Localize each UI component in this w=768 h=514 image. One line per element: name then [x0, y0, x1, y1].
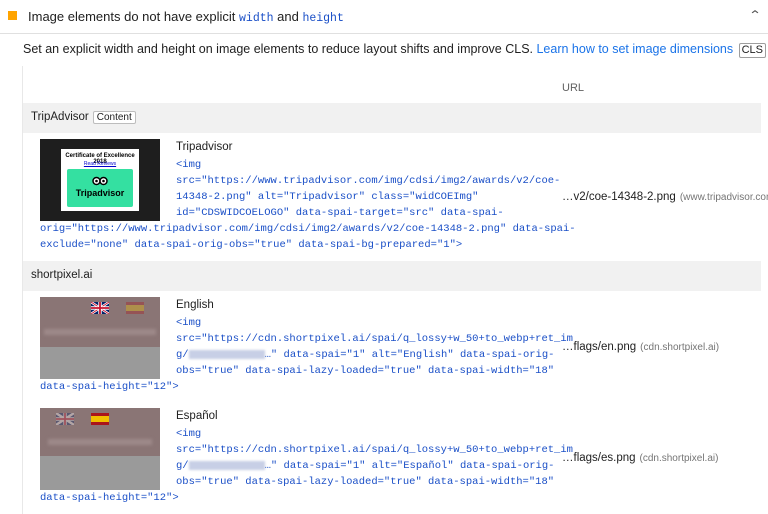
blurred-text — [44, 329, 156, 335]
blurred-text — [48, 439, 152, 445]
url-cell[interactable]: …v2/coe-14348-2.png (www.tripadvisor.com) — [562, 191, 768, 203]
url-host: (cdn.shortpixel.ai) — [639, 453, 719, 464]
uk-flag-icon — [90, 301, 110, 315]
cls-tag: CLS — [738, 43, 767, 58]
node-snippet-line: <img — [176, 317, 202, 329]
node-snippet-line: obs="true" data-spai-lazy-loaded="true" … — [176, 476, 555, 488]
node-snippet-line: orig="https://www.tripadvisor.com/img/cd… — [40, 223, 576, 235]
description-text: Set an explicit width and height on imag… — [23, 42, 537, 56]
audit-title: Image elements do not have explicit widt… — [28, 9, 344, 25]
audit-description: Set an explicit width and height on imag… — [23, 42, 767, 58]
image-thumbnail-espanol — [40, 408, 160, 490]
url-host: (cdn.shortpixel.ai) — [640, 342, 720, 353]
learn-more-link[interactable]: Learn how to set image dimensions — [536, 42, 733, 56]
snippet-rest: …" data-spai="1" alt="English" data-spai… — [264, 349, 555, 361]
node-snippet-line: src="https://www.tripadvisor.com/img/cds… — [176, 175, 561, 187]
node-snippet-line: exclude="none" data-spai-orig-obs="true"… — [40, 239, 463, 251]
group-title-text: shortpixel.ai — [31, 269, 93, 281]
tripadvisor-badge: Tripadvisor — [67, 169, 133, 207]
tripadvisor-wordmark: Tripadvisor — [75, 188, 125, 198]
url-cell[interactable]: …flags/en.png (cdn.shortpixel.ai) — [562, 341, 719, 353]
group-title-text: TripAdvisor — [31, 111, 89, 123]
uk-flag-icon — [55, 412, 75, 426]
redacted-text — [188, 349, 265, 359]
node-snippet-line: 14348-2.png" alt="Tripadvisor" class="wi… — [176, 191, 479, 203]
snippet-prefix: g/ — [176, 349, 189, 361]
spain-flag-icon — [91, 412, 109, 425]
certificate-card: Certificate of Excellence 2018 Read Revi… — [61, 149, 139, 211]
node-snippet-line: data-spai-height="12"> — [40, 381, 179, 393]
snippet-rest: …" data-spai="1" alt="Español" data-spai… — [264, 460, 555, 472]
node-snippet-line: g/ …" data-spai="1" alt="Español" data-sp… — [176, 458, 554, 474]
group-title: TripAdvisor Content — [31, 111, 136, 124]
url-path: …flags/es.png — [562, 452, 636, 464]
chevron-up-icon[interactable]: ⌃ — [748, 8, 761, 22]
redacted-text — [188, 460, 265, 470]
node-snippet-line: id="CDSWIDCOELOGO" data-spai-target="src… — [176, 207, 504, 219]
content-tag: Content — [92, 111, 136, 124]
node-snippet-line: <img — [176, 159, 202, 171]
owl-icon — [92, 173, 108, 186]
image-thumbnail-tripadvisor: Certificate of Excellence 2018 Read Revi… — [40, 139, 160, 221]
node-snippet-line: <img — [176, 428, 202, 440]
audit-title-code-height: height — [302, 12, 344, 25]
node-label: Español — [176, 410, 218, 422]
url-path: …flags/en.png — [562, 341, 637, 353]
node-snippet-line: data-spai-height="12"> — [40, 492, 179, 504]
node-label: English — [176, 299, 214, 311]
node-snippet-line: src="https://cdn.shortpixel.ai/spai/q_lo… — [176, 444, 573, 456]
image-thumbnail-english — [40, 297, 160, 379]
snippet-prefix: g/ — [176, 460, 189, 472]
audit-title-and: and — [273, 9, 303, 24]
audit-header[interactable]: Image elements do not have explicit widt… — [0, 0, 768, 34]
audit-title-text: Image elements do not have explicit — [28, 9, 240, 24]
audit-title-code-width: width — [239, 12, 274, 25]
node-snippet-line: src="https://cdn.shortpixel.ai/spai/q_lo… — [176, 333, 573, 345]
node-label: Tripadvisor — [176, 141, 233, 153]
url-column-header: URL — [562, 82, 585, 94]
thumbnail-lower-band — [40, 456, 160, 490]
group-header-shortpixel: shortpixel.ai — [23, 261, 761, 291]
url-cell[interactable]: …flags/es.png (cdn.shortpixel.ai) — [562, 452, 718, 464]
node-snippet-line: g/ …" data-spai="1" alt="English" data-sp… — [176, 347, 554, 363]
read-reviews-link: Read Reviews — [83, 161, 117, 167]
group-header-tripadvisor: TripAdvisor Content — [23, 103, 761, 133]
warning-square-icon — [8, 11, 17, 20]
spain-flag-icon — [126, 301, 144, 314]
url-path: …v2/coe-14348-2.png — [562, 191, 676, 203]
header-divider — [0, 33, 768, 34]
node-snippet-line: obs="true" data-spai-lazy-loaded="true" … — [176, 365, 555, 377]
thumbnail-lower-band — [40, 347, 160, 379]
url-host: (www.tripadvisor.com) — [679, 192, 768, 203]
